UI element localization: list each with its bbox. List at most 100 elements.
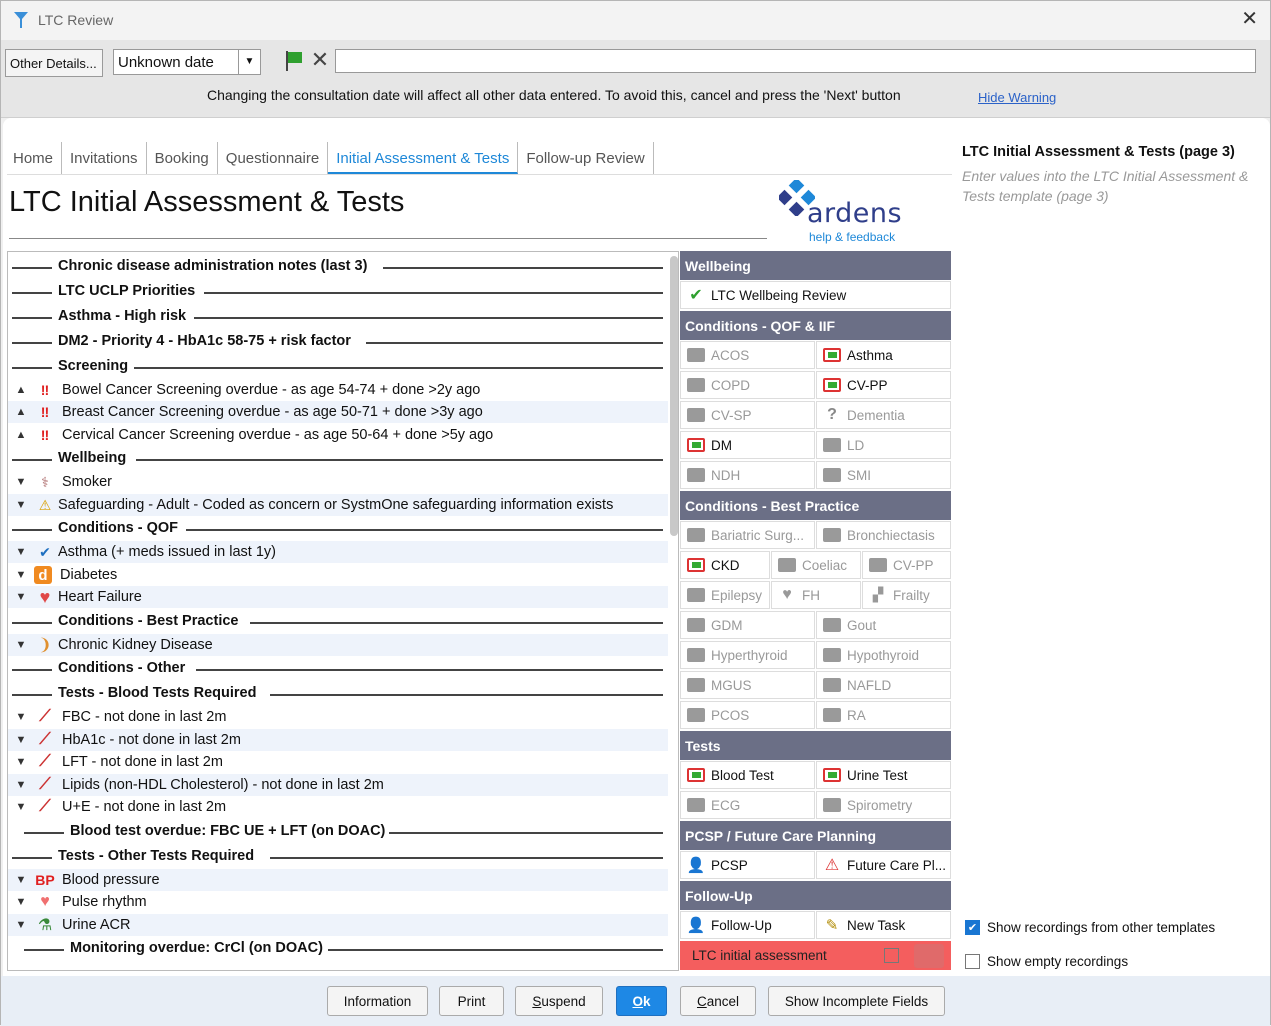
chevron-down-icon[interactable]: ▼ [14, 569, 28, 581]
smi-button[interactable]: SMI [816, 461, 951, 489]
hide-warning-link[interactable]: Hide Warning [978, 90, 1056, 105]
epilepsy-button[interactable]: Epilepsy [680, 581, 770, 609]
ltc-assessment-bar[interactable]: LTC initial assessment [680, 941, 951, 970]
list-item[interactable]: ▼ ♥ Heart Failure [8, 586, 668, 608]
tab-follow-up-review[interactable]: Follow-up Review [518, 142, 654, 174]
ecg-button[interactable]: ECG [680, 791, 815, 819]
list-item[interactable]: ▼ ♥ Pulse rhythm [8, 891, 668, 913]
ok-button[interactable]: Ok [616, 986, 667, 1016]
tab-booking[interactable]: Booking [147, 142, 218, 174]
list-item[interactable]: ▼ ⚕ Smoker [8, 471, 668, 493]
list-item[interactable]: ▼ ⟋ LFT - not done in last 2m [8, 751, 668, 773]
ardens-logo[interactable]: ardens help & feedback [779, 180, 909, 244]
follow-up-button[interactable]: 👤 Follow-Up [680, 911, 815, 939]
chevron-down-icon[interactable]: ▼ [14, 779, 28, 791]
date-select[interactable]: Unknown date ▼ [113, 49, 261, 75]
free-text-input[interactable] [335, 49, 1256, 73]
chevron-down-icon[interactable]: ▼ [14, 919, 28, 931]
ld-button[interactable]: LD [816, 431, 951, 459]
chevron-down-icon[interactable]: ▼ [14, 734, 28, 746]
tab-initial-assessment[interactable]: Initial Assessment & Tests [328, 142, 519, 174]
coeliac-button[interactable]: Coeliac [771, 551, 861, 579]
checkbox-checked-icon[interactable]: ✔ [965, 920, 980, 935]
tab-invitations[interactable]: Invitations [62, 142, 147, 174]
help-feedback-link[interactable]: help & feedback [809, 230, 895, 244]
hypothyroid-button[interactable]: Hypothyroid [816, 641, 951, 669]
cv-sp-button[interactable]: CV-SP [680, 401, 815, 429]
list-item[interactable]: ▼ ⟋ HbA1c - not done in last 2m [8, 729, 668, 751]
list-item[interactable]: ▲ ‼ Breast Cancer Screening overdue - as a… [8, 401, 668, 423]
suspend-button[interactable]: Suspend [515, 986, 603, 1016]
list-item[interactable]: ▲ ‼ Bowel Cancer Screening overdue - as ag… [8, 379, 668, 401]
show-other-templates-checkbox[interactable]: ✔ Show recordings from other templates [965, 920, 1215, 935]
list-item[interactable]: ▼ ⚗ Urine ACR [8, 914, 668, 936]
list-item[interactable]: ▼ ⟋ U+E - not done in last 2m [8, 796, 668, 818]
chevron-down-icon[interactable]: ▼ [14, 639, 28, 651]
bronchiectasis-button[interactable]: Bronchiectasis [816, 521, 951, 549]
pcos-button[interactable]: PCOS [680, 701, 815, 729]
spirometry-button[interactable]: Spirometry [816, 791, 951, 819]
ckd-button[interactable]: CKD [680, 551, 770, 579]
clear-date-icon[interactable]: ✕ [309, 49, 331, 73]
attach-icon[interactable] [914, 944, 944, 968]
cv-pp-button[interactable]: CV-PP [816, 371, 951, 399]
bariatric-button[interactable]: Bariatric Surg... [680, 521, 815, 549]
blood-test-button[interactable]: Blood Test [680, 761, 815, 789]
hyperthyroid-button[interactable]: Hyperthyroid [680, 641, 815, 669]
chevron-down-icon[interactable]: ▼ [14, 896, 28, 908]
tab-home[interactable]: Home [5, 142, 63, 174]
show-incomplete-fields-button[interactable]: Show Incomplete Fields [768, 986, 945, 1016]
other-details-button[interactable]: Other Details... [5, 49, 103, 77]
chevron-down-icon[interactable]: ▼ [14, 499, 28, 511]
cancel-button[interactable]: Cancel [680, 986, 756, 1016]
list-item[interactable]: ▲ ‼ Cervical Cancer Screening overdue - as… [8, 424, 668, 446]
asthma-button[interactable]: Asthma [816, 341, 951, 369]
mgus-button[interactable]: MGUS [680, 671, 815, 699]
chevron-up-icon[interactable]: ▲ [14, 406, 28, 418]
nafld-button[interactable]: NAFLD [816, 671, 951, 699]
chevron-down-icon[interactable]: ▼ [14, 711, 28, 723]
cv-pp-bp-button[interactable]: CV-PP [862, 551, 951, 579]
list-item[interactable]: ▼ ⚠ Safeguarding - Adult - Coded as concer… [8, 494, 668, 516]
dementia-button[interactable]: ? Dementia [816, 401, 951, 429]
chevron-down-icon[interactable]: ▼ [238, 50, 260, 74]
list-item[interactable]: ▼ ❩ Chronic Kidney Disease [8, 634, 668, 656]
chevron-up-icon[interactable]: ▲ [14, 429, 28, 441]
chevron-down-icon[interactable]: ▼ [14, 546, 28, 558]
tab-questionnaire[interactable]: Questionnaire [218, 142, 329, 174]
dm-button[interactable]: DM [680, 431, 815, 459]
ndh-button[interactable]: NDH [680, 461, 815, 489]
close-icon[interactable]: ✕ [1241, 9, 1258, 29]
gdm-button[interactable]: GDM [680, 611, 815, 639]
chevron-down-icon[interactable]: ▼ [14, 801, 28, 813]
copd-button[interactable]: COPD [680, 371, 815, 399]
list-item[interactable]: ▼ ⟋ FBC - not done in last 2m [8, 706, 668, 728]
pcsp-button[interactable]: 👤 PCSP [680, 851, 815, 879]
ltc-checkbox[interactable] [884, 948, 899, 963]
gout-button[interactable]: Gout [816, 611, 951, 639]
future-care-button[interactable]: ⚠ Future Care Pl... [816, 851, 951, 879]
print-button[interactable]: Print [439, 986, 504, 1016]
ra-button[interactable]: RA [816, 701, 951, 729]
list-item[interactable]: ▼ ✔ Asthma (+ meds issued in last 1y) [8, 541, 668, 563]
flag-icon[interactable] [283, 49, 305, 73]
show-empty-recordings-checkbox[interactable]: Show empty recordings [965, 954, 1128, 969]
fh-button[interactable]: ♥ FH [771, 581, 861, 609]
urine-test-button[interactable]: Urine Test [816, 761, 951, 789]
list-item[interactable]: ▼ ⟋ Lipids (non-HDL Cholesterol) - not don… [8, 774, 668, 796]
chevron-down-icon[interactable]: ▼ [14, 476, 28, 488]
scrollbar[interactable] [670, 256, 678, 536]
new-task-button[interactable]: ✎ New Task [816, 911, 951, 939]
chevron-up-icon[interactable]: ▲ [14, 384, 28, 396]
chevron-down-icon[interactable]: ▼ [14, 756, 28, 768]
frailty-button[interactable]: ▞ Frailty [862, 581, 951, 609]
acos-button[interactable]: ACOS [680, 341, 815, 369]
checkbox-unchecked-icon[interactable] [965, 954, 980, 969]
information-button[interactable]: Information [327, 986, 428, 1016]
chevron-down-icon[interactable]: ▼ [14, 874, 28, 886]
wellbeing-review-button[interactable]: ✔ LTC Wellbeing Review [680, 281, 951, 309]
list-item[interactable]: ▼ BP Blood pressure [8, 869, 668, 891]
list-item[interactable]: ▼ d Diabetes [8, 564, 668, 586]
recordings-list[interactable]: Chronic disease administration notes (la… [7, 251, 679, 971]
chevron-down-icon[interactable]: ▼ [14, 591, 28, 603]
